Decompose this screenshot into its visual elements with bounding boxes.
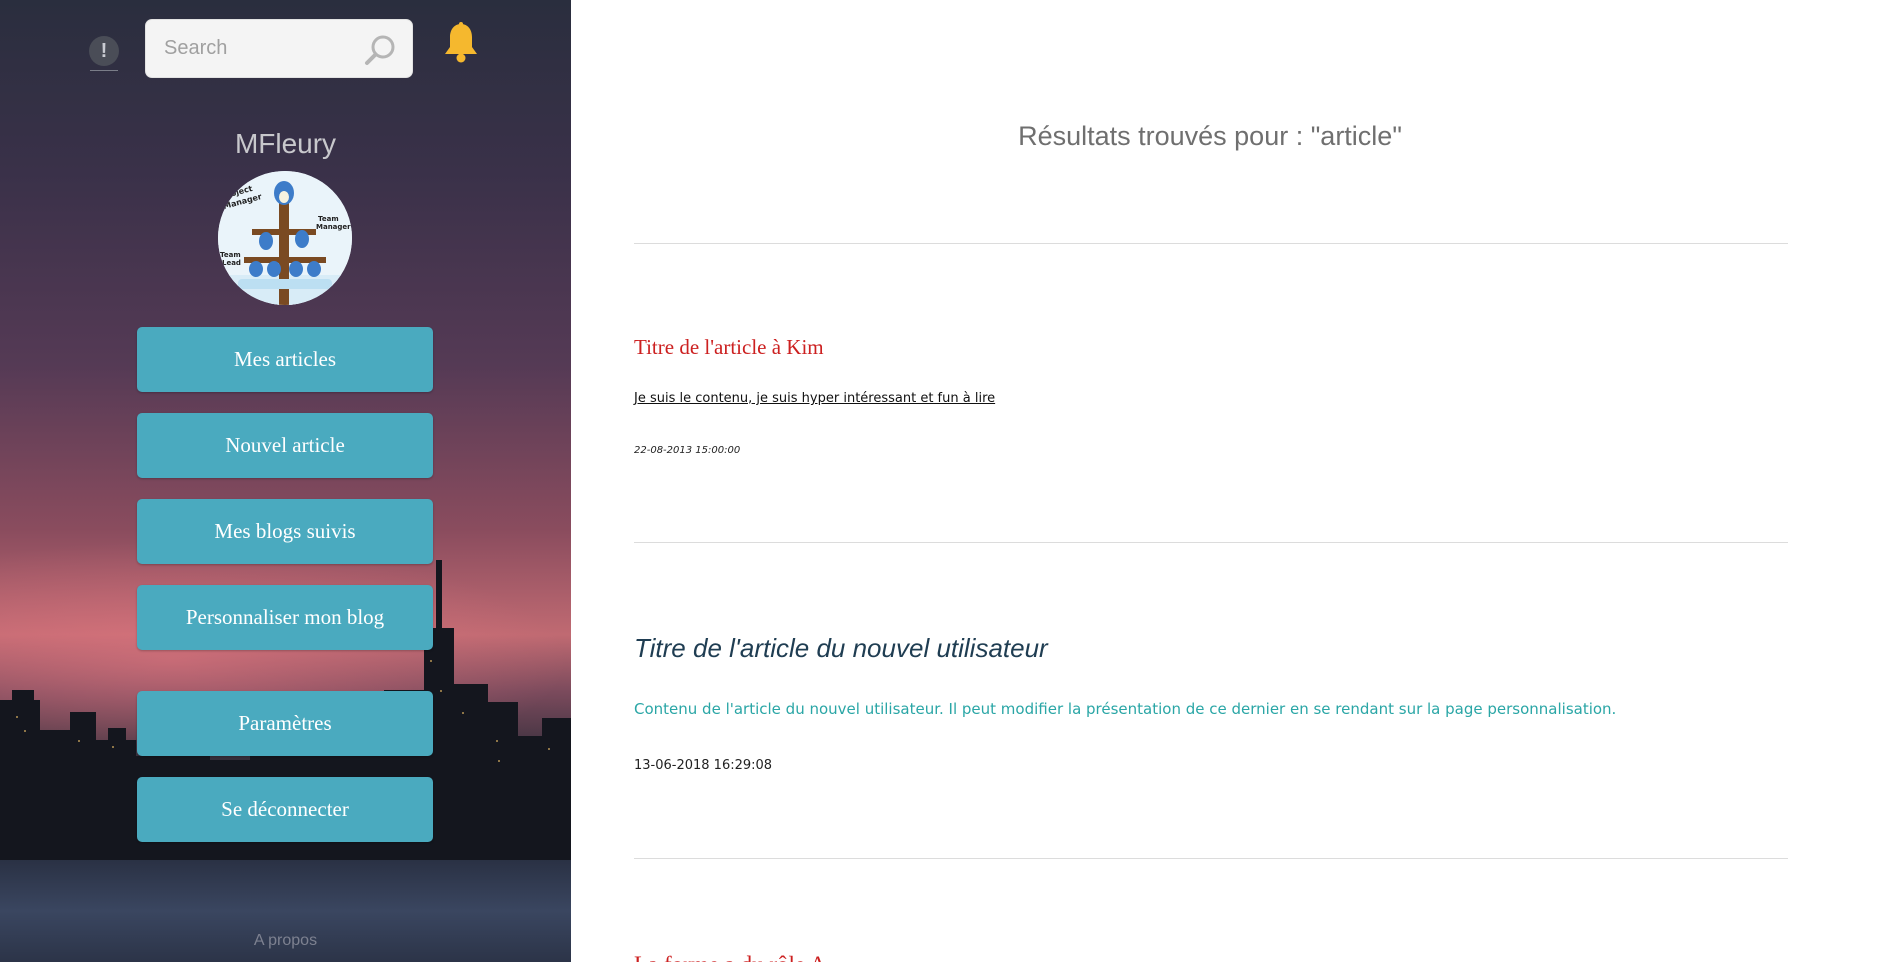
main-content: Résultats trouvés pour : "article" Titre… <box>571 0 1900 962</box>
alert-underline <box>90 70 118 71</box>
nav-button-nouvel-article[interactable]: Nouvel article <box>137 413 433 478</box>
nav-button-mes-articles[interactable]: Mes articles <box>137 327 433 392</box>
divider <box>634 243 1788 244</box>
divider <box>634 858 1788 859</box>
article-title[interactable]: Titre de l'article à Kim <box>634 335 824 360</box>
svg-text:Lead: Lead <box>222 259 241 267</box>
username: MFleury <box>234 128 337 159</box>
search-results-heading: Résultats trouvés pour : "article" <box>1018 121 1402 151</box>
nav-button-personnaliser-mon-blog[interactable]: Personnaliser mon blog <box>137 585 433 650</box>
svg-text:Team: Team <box>318 215 339 223</box>
article-content[interactable]: Je suis le contenu, je suis hyper intére… <box>634 391 995 406</box>
nav-button-parametres[interactable]: Paramètres <box>137 691 433 756</box>
article-content: Contenu de l'article du nouvel utilisate… <box>634 700 1617 718</box>
nav-button-se-deconnecter[interactable]: Se déconnecter <box>137 777 433 842</box>
avatar[interactable]: Project Manager Team Manager Team Lead <box>218 171 352 305</box>
a-propos-link[interactable]: A propos <box>0 932 571 950</box>
svg-text:Team: Team <box>220 251 241 259</box>
sidebar: ! MFleury Project Manager Team Manager T… <box>0 0 571 962</box>
search-icon[interactable] <box>364 33 398 67</box>
nav-button-mes-blogs-suivis[interactable]: Mes blogs suivis <box>137 499 433 564</box>
article-title[interactable]: La forme a du rôle A <box>634 952 826 962</box>
alert-icon[interactable]: ! <box>89 36 119 66</box>
search-box <box>145 19 413 78</box>
divider <box>634 542 1788 543</box>
search-input[interactable] <box>164 20 364 77</box>
bell-icon[interactable] <box>443 22 479 64</box>
article-date: 22-08-2013 15:00:00 <box>634 445 741 456</box>
svg-text:Manager: Manager <box>316 223 351 231</box>
article-date: 13-06-2018 16:29:08 <box>634 758 773 773</box>
article-title[interactable]: Titre de l'article du nouvel utilisateur <box>634 633 1048 664</box>
